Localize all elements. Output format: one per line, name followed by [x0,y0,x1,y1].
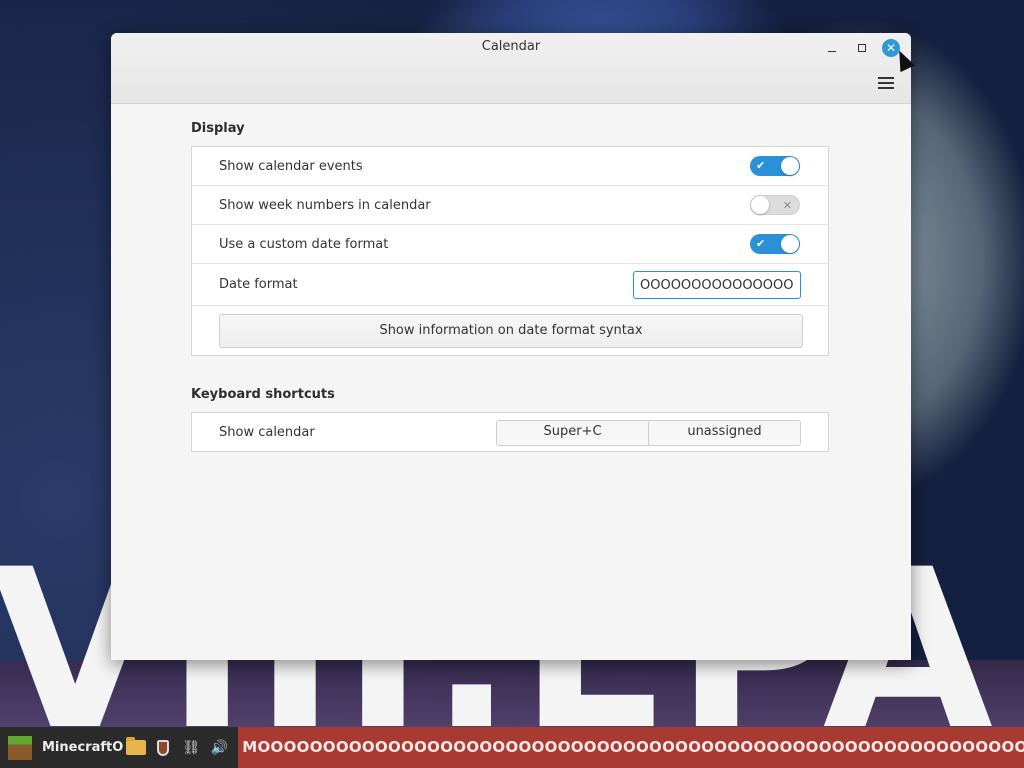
custom-date-format-toggle[interactable]: ✔ [750,234,800,254]
toggle-knob [781,157,799,175]
tray-security[interactable] [152,727,174,768]
minecraft-icon [7,734,33,761]
tray-network[interactable]: ⛓ [180,727,202,768]
shortcut-binding-secondary[interactable]: unassigned [648,421,800,445]
setting-row-info: Show information on date format syntax [192,306,828,355]
hamburger-icon-line [878,82,894,84]
taskbar-app-minecraft[interactable]: MinecraftO [0,727,123,768]
maximize-icon [858,44,866,52]
week-numbers-toggle[interactable]: ✕ [750,195,800,215]
keyboard-shortcuts-panel: Show calendar Super+C unassigned [191,412,829,452]
section-heading-shortcuts: Keyboard shortcuts [191,387,335,402]
setting-label: Show calendar events [219,159,363,174]
toggle-knob [751,196,769,214]
taskbar-app-label: MinecraftO [42,740,124,755]
display-settings-panel: Show calendar events ✔ Show week numbers… [191,146,829,356]
taskbar-files-button[interactable] [123,727,147,768]
minimize-icon [828,50,836,52]
check-icon: ✔ [756,159,766,172]
window-title: Calendar [481,39,541,54]
tray-volume[interactable]: 🔊 [208,727,230,768]
shortcut-row-show-calendar: Show calendar Super+C unassigned [192,413,828,451]
minimize-button[interactable] [823,39,841,57]
setting-label: Show week numbers in calendar [219,198,431,213]
calendar-settings-window: Calendar ✕ Display Show calendar events … [111,33,911,660]
setting-label: Use a custom date format [219,237,389,252]
setting-row-week-numbers: Show week numbers in calendar ✕ [192,186,828,225]
setting-row-show-events: Show calendar events ✔ [192,147,828,186]
hamburger-icon-line [878,87,894,89]
hamburger-icon [878,77,894,79]
volume-icon: 🔊 [210,739,228,756]
setting-row-custom-date: Use a custom date format ✔ [192,225,828,264]
shortcut-binding-primary[interactable]: Super+C [497,421,648,445]
check-icon: ✔ [756,237,766,250]
taskbar-ticker-text: MOOOOOOOOOOOOOOOOOOOOOOOOOOOOOOOOOOOOOOO… [238,727,1024,768]
taskbar: MinecraftO ⛓ 🔊 MOOOOOOOOOOOOOOOOOOOOOOOO… [0,727,1024,768]
date-format-input[interactable] [633,271,801,299]
toggle-knob [781,235,799,253]
folder-icon [126,737,147,755]
shortcut-bindings: Super+C unassigned [496,420,801,446]
show-events-toggle[interactable]: ✔ [750,156,800,176]
section-heading-display: Display [191,121,245,136]
setting-row-date-format: Date format [192,264,828,306]
cross-icon: ✕ [782,199,792,212]
maximize-button[interactable] [853,39,871,57]
shield-icon [157,739,170,756]
hamburger-menu-button[interactable] [878,75,894,89]
network-icon: ⛓ [182,739,201,756]
setting-label: Date format [219,277,298,292]
shortcut-label: Show calendar [219,425,315,440]
date-format-info-button[interactable]: Show information on date format syntax [219,314,803,348]
titlebar: Calendar ✕ [111,33,911,104]
